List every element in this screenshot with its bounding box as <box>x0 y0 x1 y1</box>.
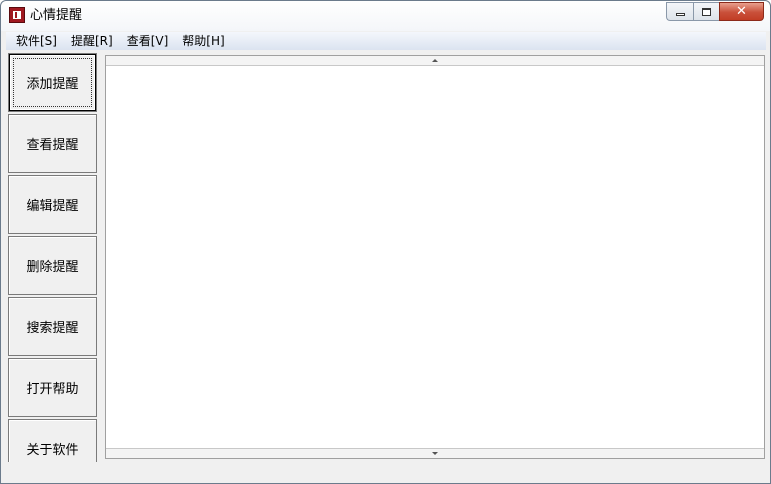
title-bar[interactable]: 心情提醒 ✕ <box>1 1 770 31</box>
menu-bar: 软件[S] 提醒[R] 查看[V] 帮助[H] <box>6 32 766 50</box>
menu-view[interactable]: 查看[V] <box>120 33 176 49</box>
search-reminder-label: 搜索提醒 <box>26 321 79 336</box>
app-window: 心情提醒 ✕ 软件[S] 提醒[R] 查看[V] 帮助[H] 添加提醒 查看提醒… <box>0 0 771 484</box>
close-icon: ✕ <box>736 4 747 19</box>
delete-reminder-label: 删除提醒 <box>26 260 79 275</box>
menu-help[interactable]: 帮助[H] <box>175 33 231 49</box>
minimize-icon <box>675 12 685 16</box>
app-icon[interactable] <box>9 7 25 23</box>
sidebar: 添加提醒 查看提醒 编辑提醒 删除提醒 搜索提醒 打开帮助 关于软件 <box>6 51 98 478</box>
focus-rect <box>13 58 92 107</box>
open-help-button[interactable]: 打开帮助 <box>8 358 97 417</box>
add-reminder-button[interactable]: 添加提醒 <box>8 53 97 112</box>
search-reminder-button[interactable]: 搜索提醒 <box>8 297 97 356</box>
scroll-up-button[interactable] <box>106 56 764 66</box>
status-bar <box>6 462 766 480</box>
edit-reminder-button[interactable]: 编辑提醒 <box>8 175 97 234</box>
scroll-down-button[interactable] <box>106 448 764 458</box>
minimize-button[interactable] <box>666 2 693 21</box>
view-reminder-button[interactable]: 查看提醒 <box>8 114 97 173</box>
edit-reminder-label: 编辑提醒 <box>26 199 79 214</box>
about-software-label: 关于软件 <box>26 443 79 458</box>
content-area[interactable] <box>106 66 764 448</box>
content-panel <box>105 55 765 459</box>
scroll-down-arrow-icon <box>432 452 438 455</box>
view-reminder-label: 查看提醒 <box>26 138 79 153</box>
close-button[interactable]: ✕ <box>719 2 764 21</box>
menu-reminder[interactable]: 提醒[R] <box>64 33 120 49</box>
maximize-icon <box>702 7 711 16</box>
caption-buttons: ✕ <box>666 2 764 21</box>
maximize-button[interactable] <box>693 2 719 21</box>
window-title: 心情提醒 <box>30 8 83 23</box>
open-help-label: 打开帮助 <box>26 382 79 397</box>
scroll-up-arrow-icon <box>432 59 438 62</box>
menu-software[interactable]: 软件[S] <box>9 33 64 49</box>
delete-reminder-button[interactable]: 删除提醒 <box>8 236 97 295</box>
